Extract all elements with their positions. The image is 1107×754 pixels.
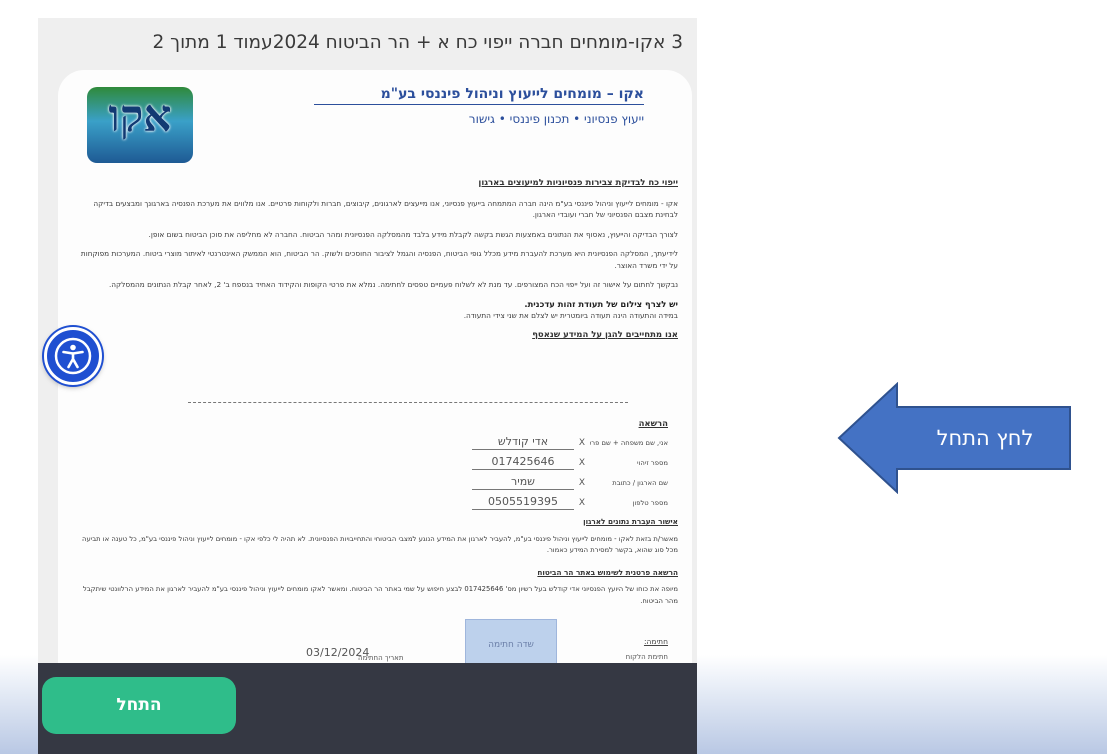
- document-title: 3 אקו-מומחים חברה ייפוי כח א + הר הביטוח…: [152, 32, 683, 53]
- privacy-heading: אנו מתחייבים להגן על המידע שנאסף: [532, 329, 678, 340]
- document-heading: ייפוי כח לבדיקת צבירות פנסיוניות למיעוצי…: [478, 178, 678, 188]
- insurance-heading: הרשאה פרטנית לשימוש באתר הר הביטוח: [537, 567, 678, 577]
- form-label: מספר טלפון: [632, 499, 669, 507]
- logo-text: אקו: [108, 91, 172, 142]
- form-row-phone[interactable]: מספר טלפון X 0505519395: [382, 495, 668, 511]
- form-value-phone[interactable]: 0505519395: [472, 495, 574, 510]
- form-value-id[interactable]: 017425646: [472, 455, 574, 470]
- id-notice-bold: יש לצרף צילום של תעודת זהות עדכנית.: [524, 298, 678, 309]
- form-row-id[interactable]: מספר זיהוי X 017425646: [382, 455, 668, 471]
- id-notice-text: במידה והתעודה הינה תעודה ביומטרית יש לצל…: [463, 311, 678, 320]
- document-paragraph: אקו - מומחים לייעוץ וניהול פיננסי בע"מ ה…: [93, 198, 678, 220]
- document-preview[interactable]: אקו אקו – מומחים לייעוץ וניהול פיננסי בע…: [58, 70, 692, 720]
- signer-label: חתימת הלקוח: [625, 653, 668, 661]
- dashed-divider: [188, 402, 628, 403]
- accessibility-icon: [54, 337, 92, 375]
- accessibility-button[interactable]: [44, 327, 102, 385]
- form-x-mark: X: [578, 478, 585, 488]
- transfer-heading: אישור העברת נתונים לארגון: [583, 517, 678, 526]
- document-paragraph: לצורך הבדיקה והייעוץ, נאסוף את הנתונים ב…: [148, 229, 678, 239]
- signature-section-label: חתימה:: [643, 637, 668, 646]
- registration-title: הרשאה: [638, 419, 668, 429]
- authorization-section: אישור העברת נתונים לארגון מאשר/ת בזאת לא…: [72, 516, 678, 617]
- phone-screen: 3 אקו-מומחים חברה ייפוי כח א + הר הביטוח…: [38, 18, 697, 754]
- transfer-text: מאשר/ת בזאת לאקו - מומחים לייעוץ וניהול …: [82, 534, 678, 555]
- form-x-mark: X: [578, 438, 585, 448]
- document-paragraph: נבקשך לחתום על אישור זה ועל ייפוי הכח המ…: [108, 280, 678, 289]
- form-value-organization[interactable]: שמיר: [472, 475, 574, 490]
- form-value-name[interactable]: אדי קודלש: [472, 435, 574, 450]
- arrow-callout-label: לחץ התחל: [936, 426, 1034, 450]
- company-name: אקו – מומחים לייעוץ וניהול פיננסי בע"מ: [314, 86, 644, 105]
- form-x-mark: X: [578, 458, 585, 468]
- company-logo: אקו: [87, 87, 193, 163]
- insurance-text: מיופה את כוחו של היועץ הפנסיוני אדי קודל…: [82, 585, 678, 605]
- form-label: מספר זיהוי: [637, 459, 668, 467]
- signature-date: 03/12/2024: [306, 646, 370, 659]
- company-tagline: ייעוץ פנסיוני • תכנון פיננסי • גישור: [468, 112, 644, 126]
- form-x-mark: X: [578, 498, 585, 508]
- form-label: אני, שם משפחה + שם פרטי: [590, 439, 668, 447]
- arrow-callout: לחץ התחל: [837, 382, 1073, 494]
- document-paragraph: לידיעתך, המסלקה הפנסיונית היא מערכת להעב…: [80, 249, 678, 270]
- form-row-name[interactable]: אני, שם משפחה + שם פרטי X אדי קודלש: [382, 435, 668, 451]
- form-row-organization[interactable]: שם הארגון / כתובת X שמיר: [382, 475, 668, 491]
- document-body: ייפוי כח לבדיקת צבירות פנסיוניות למיעוצי…: [72, 178, 678, 349]
- start-button[interactable]: התחל: [42, 677, 236, 734]
- form-label: שם הארגון / כתובת: [612, 479, 668, 487]
